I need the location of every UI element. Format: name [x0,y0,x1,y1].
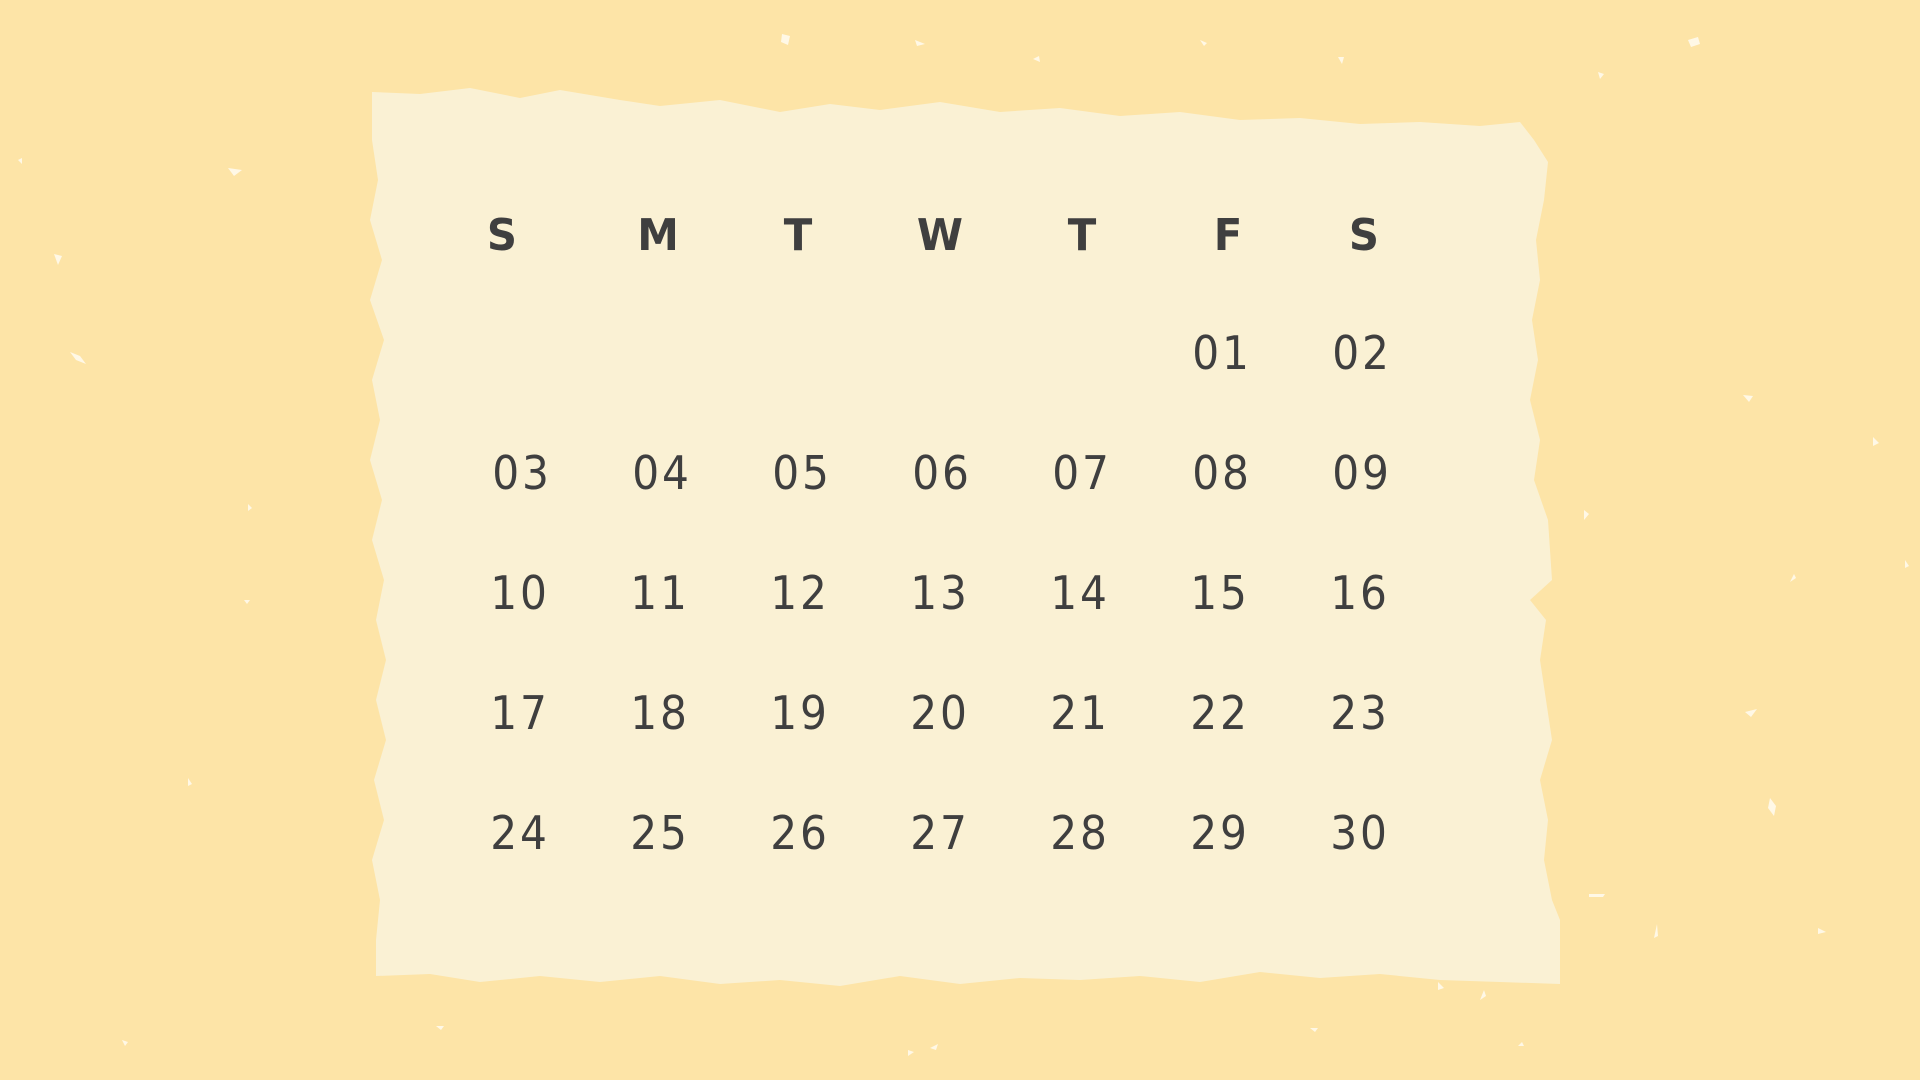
weekday-header-wednesday: W [916,210,964,261]
date-cell: 02 [1332,326,1392,380]
date-cell: 07 [1052,446,1112,500]
calendar-grid: S M T W T F S 01 02 03 04 05 06 07 08 09… [0,0,1920,1080]
date-cell: 09 [1332,446,1392,500]
weekday-header-saturday: S [1348,210,1380,261]
date-cell: 20 [910,686,970,740]
date-cell: 21 [1050,686,1110,740]
date-cell: 18 [630,686,690,740]
date-cell: 24 [490,806,550,860]
date-cell: 26 [770,806,830,860]
date-cell: 10 [490,566,550,620]
date-cell: 28 [1050,806,1110,860]
date-cell: 29 [1190,806,1250,860]
weekday-header-sunday: S [486,210,518,261]
date-cell: 15 [1190,566,1250,620]
date-cell: 01 [1192,326,1252,380]
date-cell: 03 [492,446,552,500]
date-cell: 25 [630,806,690,860]
date-cell: 27 [910,806,970,860]
weekday-header-tuesday: T [783,210,813,261]
date-cell: 16 [1330,566,1390,620]
date-cell: 14 [1050,566,1110,620]
date-cell: 19 [770,686,830,740]
weekday-header-monday: M [637,210,679,261]
date-cell: 11 [630,566,690,620]
date-cell: 23 [1330,686,1390,740]
date-cell: 12 [770,566,830,620]
date-cell: 05 [772,446,832,500]
weekday-header-thursday: T [1067,210,1097,261]
date-cell: 30 [1330,806,1390,860]
date-cell: 08 [1192,446,1252,500]
date-cell: 04 [632,446,692,500]
date-cell: 06 [912,446,972,500]
date-cell: 13 [910,566,970,620]
date-cell: 17 [490,686,550,740]
date-cell: 22 [1190,686,1250,740]
weekday-header-friday: F [1213,210,1243,261]
